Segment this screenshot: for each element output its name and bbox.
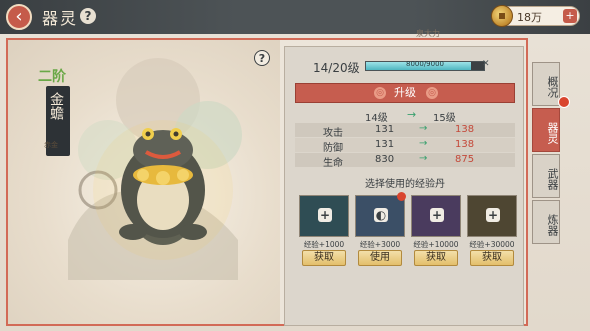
- notification-dot: [397, 192, 406, 201]
- currency-display: 18万 +: [491, 5, 580, 27]
- exp-item-slot[interactable]: +: [299, 195, 349, 237]
- xp-text: 8000/9000: [406, 60, 444, 68]
- plus-icon: +: [318, 208, 332, 222]
- help-button[interactable]: ?: [80, 8, 96, 24]
- exp-item-list: + 经验+1000 获取 ◐ 经验+3000 使用 + 经验+10000 获取 …: [299, 192, 519, 275]
- spirit-name: 金蟾: [48, 92, 64, 120]
- get-button[interactable]: 获取: [470, 250, 514, 266]
- stat-name: 生命: [323, 158, 343, 169]
- use-button[interactable]: 使用: [358, 250, 402, 266]
- plus-icon: +: [486, 208, 500, 222]
- game-screen: ‹ 器灵 ? 18万 + 泉大力 ? 二阶 金蟾 赤金 14/20级 8000/…: [0, 0, 590, 331]
- stat-row-attack: 攻击 131 → 138: [295, 123, 515, 139]
- swirl-icon: ◎: [374, 87, 386, 99]
- exp-item: + 经验+1000 获取: [299, 195, 349, 273]
- get-button[interactable]: 获取: [414, 250, 458, 266]
- art-help-button[interactable]: ?: [254, 50, 270, 66]
- upgrade-button[interactable]: ◎ 升级 ◎: [295, 83, 515, 103]
- stat-name: 防御: [323, 143, 343, 154]
- stat-old-value: 131: [375, 124, 395, 135]
- stat-new-value: 138: [455, 124, 475, 135]
- exp-amount: 经验+1000: [303, 240, 345, 249]
- upgrade-panel: 14/20级 8000/9000 ✕ ◎ 升级 ◎ 14级 → 15级 攻击 1…: [284, 46, 524, 326]
- exp-item-slot[interactable]: +: [467, 195, 517, 237]
- tab-overview[interactable]: 概况: [532, 62, 560, 106]
- level-from: 14级: [365, 113, 388, 124]
- arrow-right-icon: →: [419, 138, 428, 149]
- level-arrow-icon: →: [407, 108, 417, 121]
- page-title: 器灵: [42, 9, 79, 28]
- stat-new-value: 875: [455, 154, 475, 165]
- exp-item-slot[interactable]: ◐: [355, 195, 405, 237]
- stats-table: 攻击 131 → 138 防御 131 → 138 生命 830 → 875: [295, 123, 515, 169]
- exp-pill-icon: ◐: [374, 208, 388, 222]
- choose-exp-label: 选择使用的经验丹: [365, 179, 445, 190]
- coin-icon: [491, 5, 513, 27]
- back-button[interactable]: ‹: [6, 4, 32, 30]
- get-button[interactable]: 获取: [302, 250, 346, 266]
- stat-old-value: 131: [375, 139, 395, 150]
- upgrade-button-label: 升级: [394, 86, 416, 99]
- arrow-right-icon: →: [419, 153, 428, 164]
- stat-old-value: 830: [375, 154, 395, 165]
- stat-name: 攻击: [323, 128, 343, 139]
- stat-new-value: 138: [455, 139, 475, 150]
- xp-progress-bar: 8000/9000: [365, 60, 485, 71]
- spirit-seal: 赤金: [44, 141, 58, 149]
- exp-amount: 经验+10000: [413, 240, 459, 249]
- arrow-right-icon: →: [419, 123, 428, 134]
- xp-bar-end-icon: ✕: [482, 59, 490, 69]
- currency-value: 18万: [517, 11, 542, 24]
- tab-spirit[interactable]: 器灵: [532, 108, 560, 152]
- spirit-rank: 二阶: [38, 69, 66, 85]
- add-currency-button[interactable]: +: [563, 9, 577, 23]
- level-text: 14/20级: [313, 61, 360, 75]
- exp-amount: 经验+3000: [359, 240, 401, 249]
- plus-icon: +: [430, 208, 444, 222]
- exp-item-slot[interactable]: +: [411, 195, 461, 237]
- tab-refine[interactable]: 炼器: [532, 200, 560, 244]
- level-to: 15级: [433, 113, 456, 124]
- top-bar: ‹ 器灵 ? 18万 +: [0, 0, 590, 34]
- exp-item: ◐ 经验+3000 使用: [355, 192, 406, 273]
- exp-item: + 经验+10000 获取: [411, 195, 461, 273]
- stat-row-health: 生命 830 → 875: [295, 153, 515, 169]
- tab-weapon[interactable]: 武器: [532, 154, 560, 198]
- exp-item: + 经验+30000 获取: [467, 195, 517, 273]
- stat-row-defense: 防御 131 → 138: [295, 138, 515, 154]
- exp-amount: 经验+30000: [469, 240, 515, 249]
- tab-notification-dot: [558, 96, 570, 108]
- swirl-icon: ◎: [426, 87, 438, 99]
